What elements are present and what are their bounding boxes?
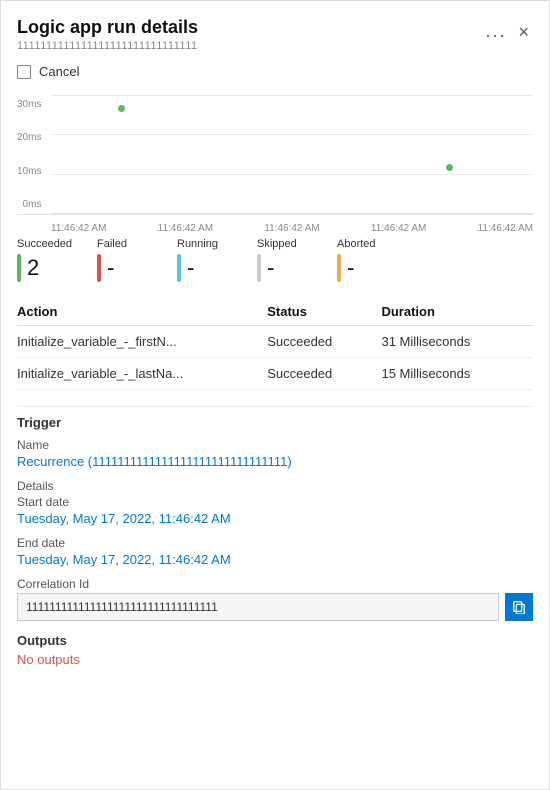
failed-bar	[97, 254, 101, 282]
y-label-30: 30ms	[17, 99, 45, 110]
action-status-2: Succeeded	[267, 358, 381, 390]
no-outputs-value: No outputs	[17, 652, 533, 667]
status-running: Running -	[177, 238, 257, 282]
status-counters: Succeeded 2 Failed - Running -	[17, 238, 533, 282]
succeeded-label: Succeeded	[17, 238, 77, 250]
time-label-2: 11:46:42 AM	[158, 223, 213, 234]
actions-table: Action Status Duration Initialize_variab…	[17, 298, 533, 390]
aborted-label: Aborted	[337, 238, 397, 250]
aborted-count: -	[347, 255, 354, 281]
grid-line-3	[51, 174, 533, 175]
copy-icon	[512, 600, 526, 614]
trigger-section-label: Trigger	[17, 415, 533, 430]
action-name-1: Initialize_variable_-_firstN...	[17, 326, 267, 358]
chart-area: 30ms 20ms 10ms 0ms	[17, 95, 533, 215]
divider-1	[17, 406, 533, 407]
succeeded-bar	[17, 254, 21, 282]
skipped-bar	[257, 254, 261, 282]
col-status: Status	[267, 298, 381, 326]
name-field-label: Name	[17, 438, 533, 452]
time-label-1: 11:46:42 AM	[51, 223, 106, 234]
grid-line-top	[51, 95, 533, 96]
time-label-5: 11:46:42 AM	[478, 223, 533, 234]
panel-header: Logic app run details 111111111111111111…	[1, 1, 549, 52]
panel-title: Logic app run details	[17, 17, 485, 38]
cancel-checkbox[interactable]	[17, 65, 31, 79]
grid-line-2	[51, 134, 533, 135]
start-date-value: Tuesday, May 17, 2022, 11:46:42 AM	[17, 511, 533, 526]
outputs-label: Outputs	[17, 633, 533, 648]
panel-body: Cancel 30ms 20ms 10ms 0ms 11:46:42 AM 1	[1, 52, 549, 683]
status-succeeded: Succeeded 2	[17, 238, 97, 282]
chart-dot-2	[446, 164, 453, 171]
action-name-2: Initialize_variable_-_lastNa...	[17, 358, 267, 390]
table-row[interactable]: Initialize_variable_-_lastNa... Succeede…	[17, 358, 533, 390]
copy-button[interactable]	[505, 593, 533, 621]
time-label-4: 11:46:42 AM	[371, 223, 426, 234]
y-label-20: 20ms	[17, 132, 45, 143]
details-field-label: Details	[17, 479, 533, 493]
action-duration-1: 31 Milliseconds	[381, 326, 533, 358]
end-date-label: End date	[17, 536, 533, 550]
running-label: Running	[177, 238, 237, 250]
chart-time-labels: 11:46:42 AM 11:46:42 AM 11:46:42 AM 11:4…	[17, 223, 533, 234]
skipped-label: Skipped	[257, 238, 317, 250]
trigger-name-value: Recurrence (1111111111111111111111111111…	[17, 454, 533, 469]
end-date-value: Tuesday, May 17, 2022, 11:46:42 AM	[17, 552, 533, 567]
more-options-icon[interactable]: ...	[485, 21, 506, 42]
status-skipped: Skipped -	[257, 238, 337, 282]
cancel-row: Cancel	[17, 64, 533, 79]
status-aborted: Aborted -	[337, 238, 417, 282]
succeeded-count: 2	[27, 255, 39, 281]
cancel-label: Cancel	[39, 64, 79, 79]
y-label-10: 10ms	[17, 166, 45, 177]
chart-dot-1	[118, 105, 125, 112]
col-duration: Duration	[381, 298, 533, 326]
close-button[interactable]: ×	[514, 23, 533, 41]
skipped-count: -	[267, 255, 274, 281]
failed-count: -	[107, 255, 114, 281]
grid-line-bottom	[51, 213, 533, 214]
chart-grid	[51, 95, 533, 214]
title-block: Logic app run details 111111111111111111…	[17, 17, 485, 52]
time-label-3: 11:46:42 AM	[264, 223, 319, 234]
correlation-label: Correlation Id	[17, 577, 533, 591]
correlation-row	[17, 593, 533, 621]
header-actions: ... ×	[485, 17, 533, 42]
action-duration-2: 15 Milliseconds	[381, 358, 533, 390]
status-failed: Failed -	[97, 238, 177, 282]
start-date-label: Start date	[17, 495, 533, 509]
correlation-input[interactable]	[17, 593, 499, 621]
panel: Logic app run details 111111111111111111…	[0, 0, 550, 790]
y-label-0: 0ms	[17, 199, 45, 210]
col-action: Action	[17, 298, 267, 326]
running-bar	[177, 254, 181, 282]
action-status-1: Succeeded	[267, 326, 381, 358]
chart-y-labels: 30ms 20ms 10ms 0ms	[17, 95, 45, 214]
table-row[interactable]: Initialize_variable_-_firstN... Succeede…	[17, 326, 533, 358]
panel-subtitle: 1111111111111111111111111111111	[17, 40, 485, 52]
aborted-bar	[337, 254, 341, 282]
running-count: -	[187, 255, 194, 281]
failed-label: Failed	[97, 238, 157, 250]
